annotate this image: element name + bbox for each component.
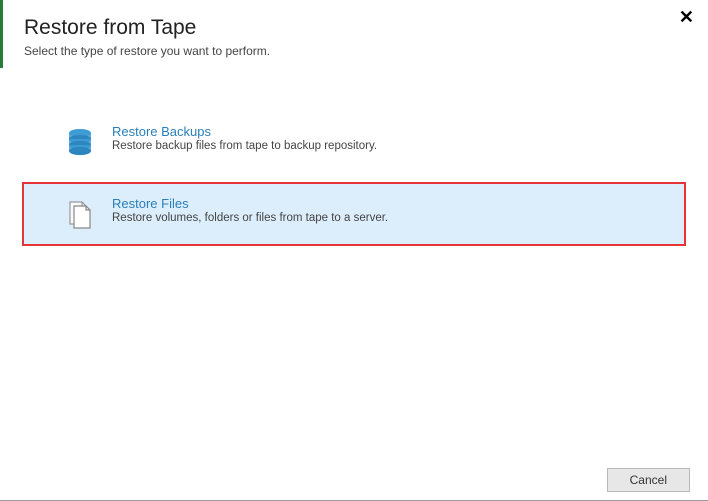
close-icon: ✕	[679, 7, 694, 27]
dialog-header: Restore from Tape Select the type of res…	[0, 0, 708, 60]
dialog-subtitle: Select the type of restore you want to p…	[24, 44, 698, 58]
files-icon	[64, 198, 96, 230]
accent-bar	[0, 0, 3, 68]
close-button[interactable]: ✕	[679, 8, 694, 26]
option-desc: Restore volumes, folders or files from t…	[112, 212, 666, 224]
cancel-button[interactable]: Cancel	[607, 468, 690, 492]
option-title: Restore Backups	[112, 124, 666, 139]
option-title: Restore Files	[112, 196, 666, 211]
dialog-title: Restore from Tape	[24, 16, 698, 40]
option-desc: Restore backup files from tape to backup…	[112, 140, 666, 152]
dialog-footer: Cancel	[0, 459, 708, 501]
option-text: Restore Backups Restore backup files fro…	[112, 124, 666, 152]
option-restore-files[interactable]: Restore Files Restore volumes, folders o…	[22, 182, 686, 246]
database-icon	[64, 126, 96, 158]
options-list: Restore Backups Restore backup files fro…	[0, 110, 708, 246]
option-text: Restore Files Restore volumes, folders o…	[112, 196, 666, 224]
option-restore-backups[interactable]: Restore Backups Restore backup files fro…	[22, 110, 686, 174]
